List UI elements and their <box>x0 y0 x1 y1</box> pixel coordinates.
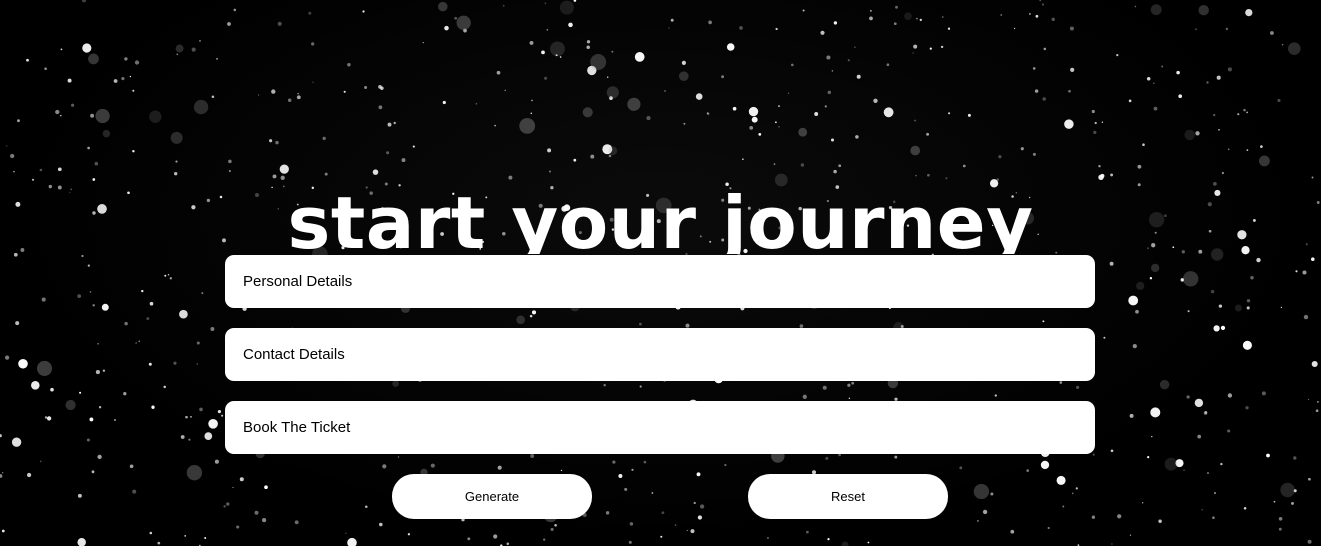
personal-details-section[interactable]: Personal Details <box>225 255 1095 308</box>
book-ticket-section[interactable]: Book The Ticket <box>225 401 1095 454</box>
page-root: start your journey Personal Details Cont… <box>0 0 1321 546</box>
page-title: start your journey <box>287 181 1034 254</box>
contact-details-section[interactable]: Contact Details <box>225 328 1095 381</box>
personal-details-label: Personal Details <box>243 273 353 290</box>
reset-button[interactable]: Reset <box>748 474 948 519</box>
contact-details-label: Contact Details <box>243 346 345 363</box>
generate-button[interactable]: Generate <box>392 474 592 519</box>
book-ticket-label: Book The Ticket <box>243 419 351 436</box>
